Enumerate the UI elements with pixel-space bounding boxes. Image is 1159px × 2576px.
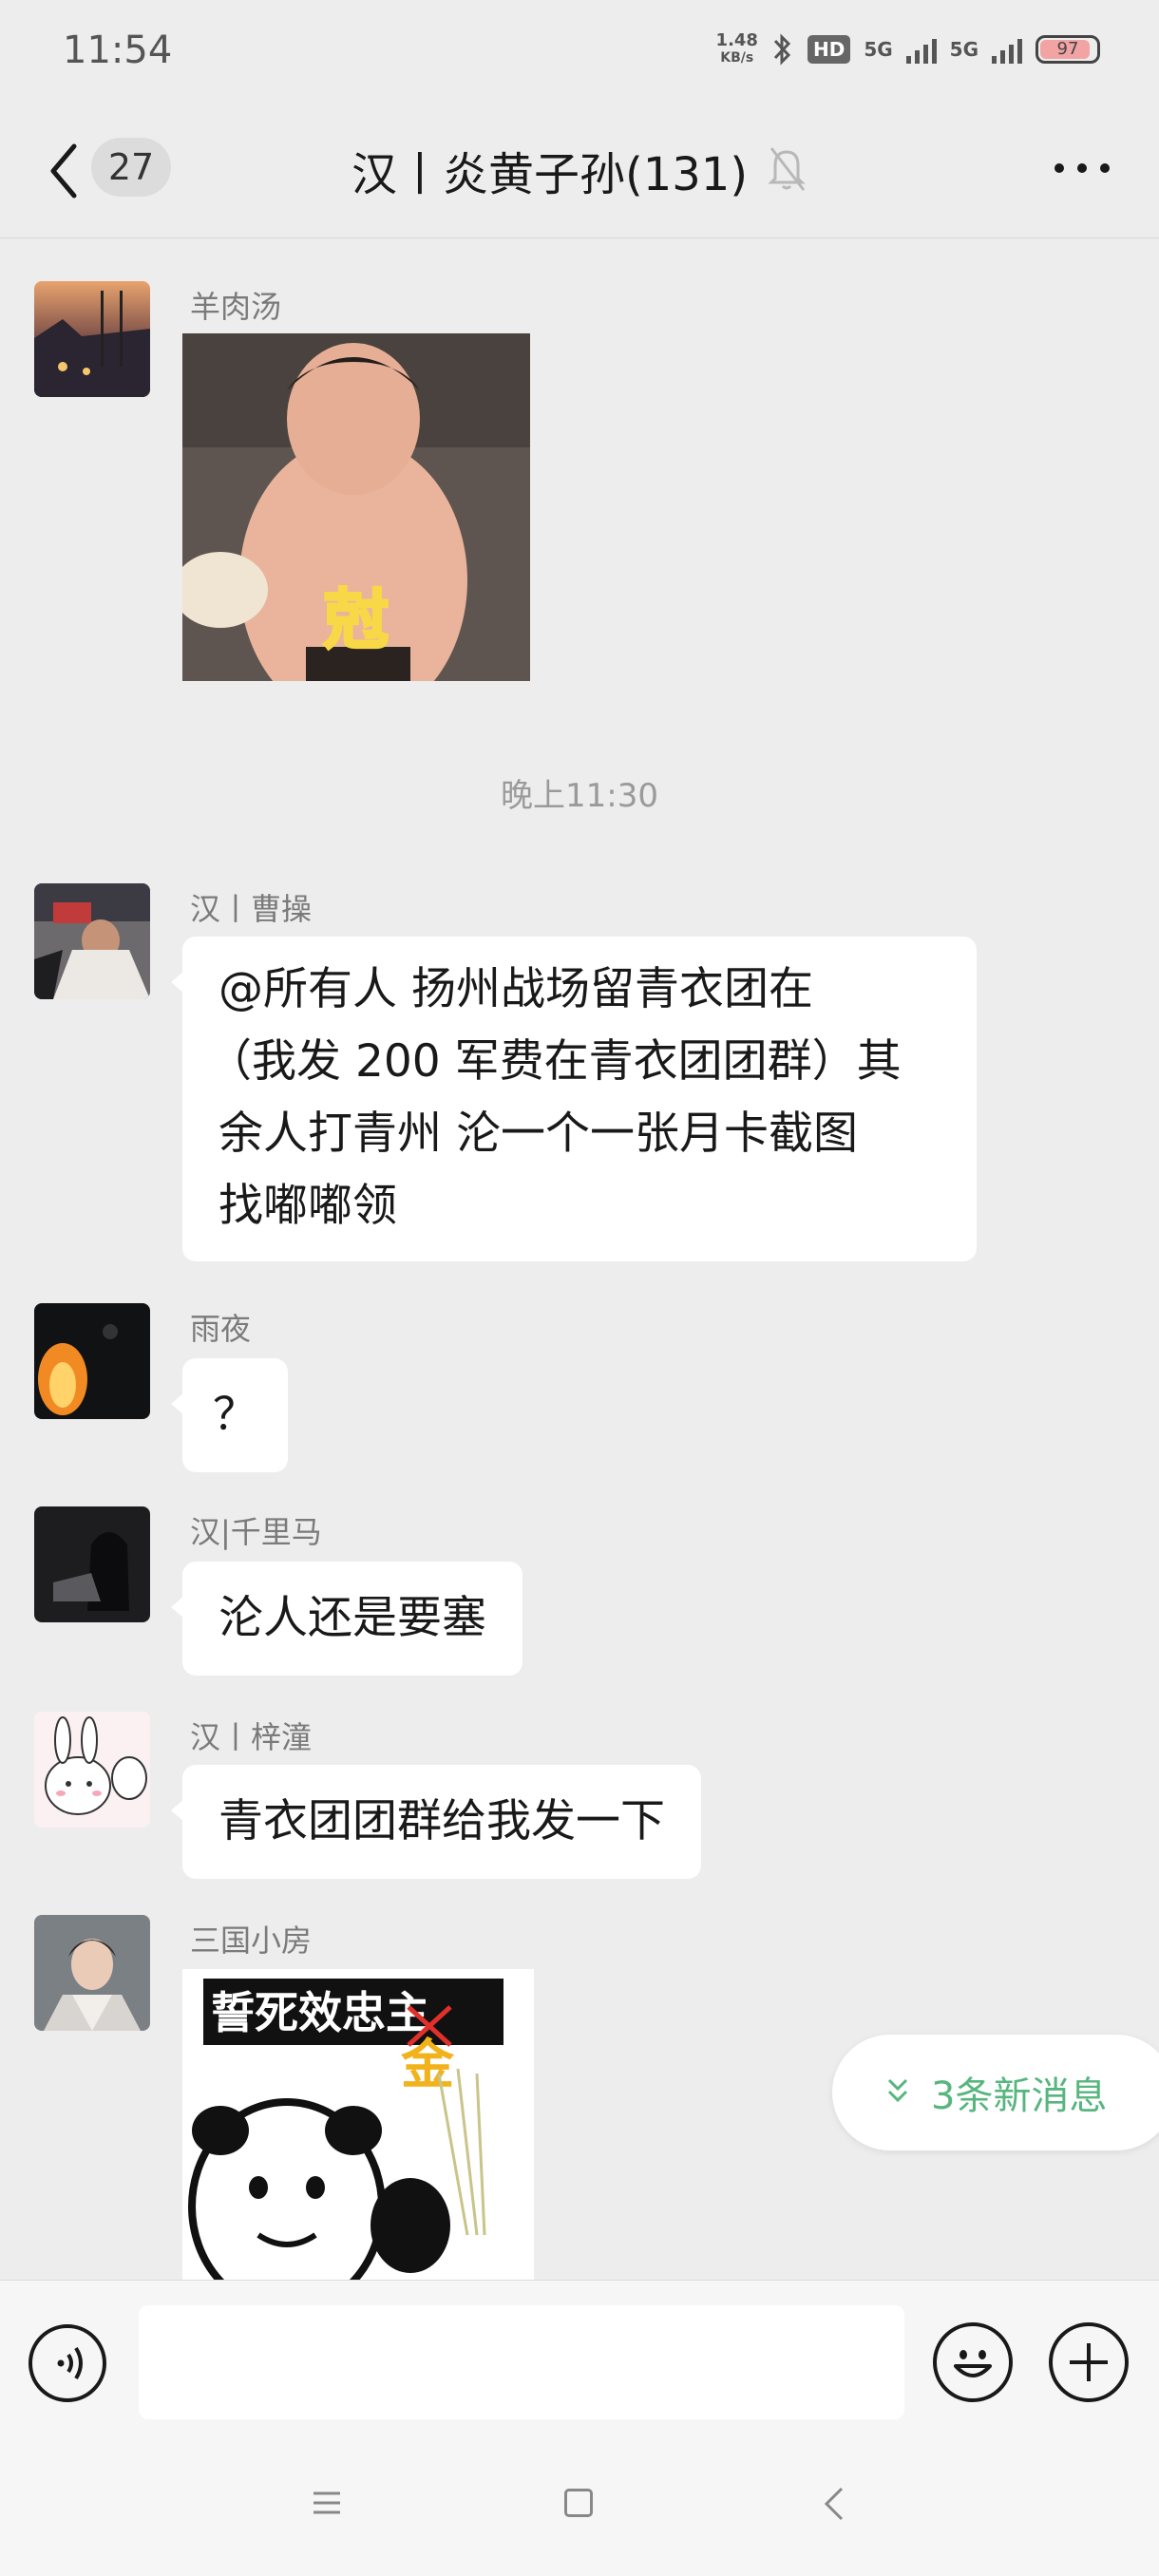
avatar[interactable] <box>34 281 150 397</box>
sender-name: 三国小房 <box>190 1923 313 1959</box>
network-speed-unit: KB/s <box>720 50 754 66</box>
message-line: （我发 200 军费在青衣团团群）其 <box>207 1035 902 1088</box>
sender-name: 汉丨曹操 <box>190 891 313 927</box>
unread-count-badge[interactable]: 27 <box>91 138 171 197</box>
nav-back-icon[interactable] <box>823 2485 846 2523</box>
chat-title: 汉丨炎黄子孙(131) <box>352 148 749 201</box>
sim1-label: 5G <box>864 38 893 61</box>
message-bubble[interactable]: ？ <box>171 1358 288 1472</box>
message-bubble[interactable]: 沦人还是要塞 <box>171 1562 522 1676</box>
plus-icon <box>1070 2343 1108 2381</box>
avatar[interactable] <box>34 883 150 999</box>
status-bar: 11:54 1.48 KB/s HD 5G 5G 97 <box>0 0 1159 104</box>
avatar[interactable] <box>34 1915 150 2031</box>
hd-voice-badge: HD <box>807 35 851 64</box>
message-timestamp: 晚上11:30 <box>501 777 658 815</box>
sticker-caption: 誓死效忠主 <box>211 1987 429 2038</box>
message-input[interactable] <box>139 2305 904 2419</box>
menu-icon[interactable] <box>312 2489 342 2517</box>
new-messages-label: 3条新消息 <box>931 2074 1108 2118</box>
avatar[interactable] <box>34 1303 150 1419</box>
chat-header: 27 汉丨炎黄子孙(131) <box>0 104 1159 238</box>
network-speed-value: 1.48 <box>715 30 758 50</box>
avatar[interactable] <box>34 1506 150 1622</box>
message-list[interactable]: 羊肉汤 尅 晚上11:30 汉丨曹操 @所有人 扬州战场留青衣团在 （我发 20… <box>0 237 1159 2280</box>
signal-bars-icon <box>992 35 1022 64</box>
sticker-caption: 尅 <box>323 583 389 658</box>
message-bubble[interactable]: 青衣团团群给我发一下 <box>171 1765 701 1879</box>
status-time: 11:54 <box>63 28 173 72</box>
bell-off-icon <box>768 147 806 191</box>
avatar[interactable] <box>34 1712 150 1828</box>
signal-bars-icon <box>905 35 937 64</box>
sender-name: 汉丨梓潼 <box>190 1719 313 1755</box>
sticker-image[interactable]: 誓死效忠主 金 <box>182 1969 534 2292</box>
message-bubble[interactable]: @所有人 扬州战场留青衣团在 （我发 200 军费在青衣团团群）其 余人打青州 … <box>171 937 977 1261</box>
battery-level: 97 <box>1056 39 1079 59</box>
new-messages-button[interactable]: 3条新消息 <box>832 2035 1159 2150</box>
home-icon[interactable] <box>564 2489 593 2517</box>
sender-name: 雨夜 <box>190 1311 252 1347</box>
sim2-label: 5G <box>949 38 978 61</box>
sender-name: 羊肉汤 <box>190 289 282 325</box>
message-line: 余人打青州 沦一个一张月卡截图 <box>218 1108 858 1160</box>
more-dots-icon[interactable] <box>1054 163 1110 173</box>
input-bar <box>0 2280 1159 2442</box>
more-options-button[interactable] <box>1049 2322 1129 2402</box>
status-icons: 1.48 KB/s HD 5G 5G 97 <box>716 32 1100 66</box>
battery-icon: 97 <box>1036 35 1100 64</box>
system-nav-bar <box>0 2441 1159 2576</box>
sender-name: 汉|千里马 <box>190 1514 322 1550</box>
voice-icon <box>57 2346 83 2380</box>
bluetooth-icon <box>773 33 791 66</box>
voice-input-button[interactable] <box>28 2324 106 2402</box>
message-line: 找嘟嘟领 <box>218 1180 397 1232</box>
emoji-button[interactable] <box>933 2322 1013 2402</box>
chevron-down-icon <box>887 2078 908 2103</box>
sticker-image[interactable]: 尅 <box>182 333 530 681</box>
emoji-icon <box>954 2350 992 2377</box>
message-line: @所有人 扬州战场留青衣团在 <box>218 963 813 1015</box>
network-speed: 1.48 KB/s <box>716 32 758 66</box>
